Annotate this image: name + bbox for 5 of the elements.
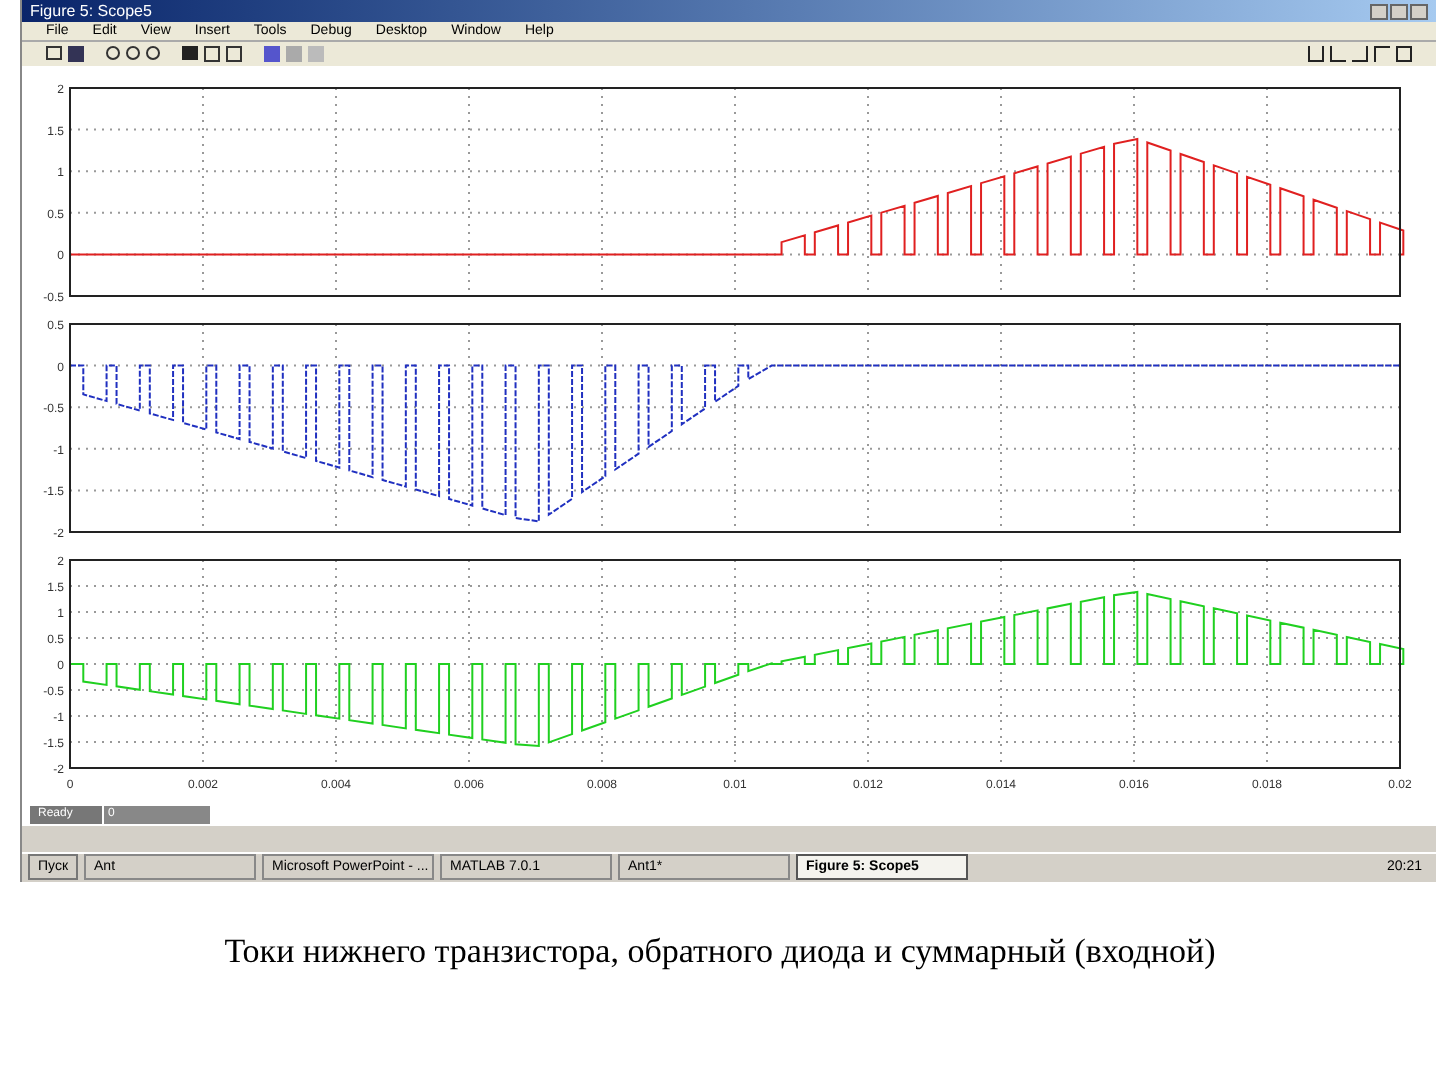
maximize-button[interactable] [1390, 3, 1408, 20]
minimize-button[interactable] [1370, 3, 1388, 20]
slide-caption: Токи нижнего транзистора, обратного диода и суммарный (входной) [222, 930, 1218, 974]
close-button[interactable] [1410, 3, 1428, 20]
window-title: Figure 5: Scope5 [30, 3, 152, 20]
